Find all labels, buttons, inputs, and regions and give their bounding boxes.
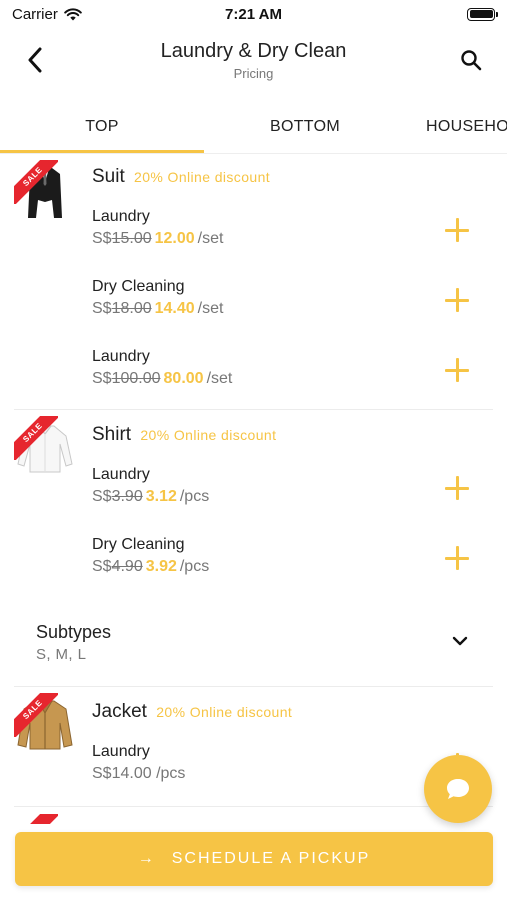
chevron-down-icon: [452, 636, 468, 646]
currency: S$: [92, 488, 112, 505]
item-title: Suit 20% Online discount: [92, 166, 270, 188]
price-unit: /pcs: [156, 765, 186, 782]
service-price: S$100.00 80.00/set: [92, 370, 232, 388]
sale-label: SALE: [14, 416, 58, 460]
service-name: Laundry: [92, 466, 150, 483]
currency: S$: [92, 230, 112, 247]
sale-ribbon: SALE: [14, 693, 58, 737]
service-name: Laundry: [92, 208, 150, 225]
old-price: 3.90: [111, 488, 143, 505]
schedule-pickup-label: SCHEDULE A PICKUP: [171, 850, 371, 867]
item-title: Jacket 20% Online discount: [92, 701, 292, 723]
price-unit: /set: [206, 370, 233, 387]
battery-level: [469, 10, 493, 18]
tab-household[interactable]: HOUSEHO: [426, 100, 507, 153]
price-unit: /pcs: [179, 488, 210, 505]
subtypes-values: S, M, L: [36, 646, 87, 663]
carrier-label: Carrier: [12, 5, 58, 23]
active-tab-indicator: [0, 150, 204, 153]
service-name: Dry Cleaning: [92, 536, 185, 553]
battery-icon: [467, 7, 498, 21]
pricing-list: SALE Suit 20% Online discount Laundry S$…: [0, 154, 507, 824]
page-title: Laundry & Dry Clean: [160, 40, 347, 62]
service-row: Dry Cleaning S$18.00 14.40/set: [0, 278, 507, 338]
service-name: Laundry: [92, 743, 150, 760]
search-button[interactable]: [455, 44, 487, 76]
chat-button[interactable]: [424, 755, 492, 823]
service-row: Laundry S$3.90 3.12/pcs: [0, 466, 507, 526]
item-name: Suit: [92, 166, 125, 187]
chat-bubble-icon: [447, 779, 469, 799]
new-price: 80.00: [163, 370, 204, 387]
service-row: Laundry S$15.00 12.00/set: [0, 208, 507, 268]
price: S$14.00: [92, 765, 152, 782]
service-price: S$4.90 3.92/pcs: [92, 558, 209, 576]
sale-ribbon: SALE: [14, 416, 58, 460]
sale-label: SALE: [14, 160, 58, 204]
service-price: S$3.90 3.12/pcs: [92, 488, 209, 506]
discount-label: 20% Online discount: [156, 704, 293, 720]
new-price: 12.00: [154, 230, 195, 247]
page-subtitle: Pricing: [233, 66, 274, 81]
service-row: Dry Cleaning S$4.90 3.92/pcs: [0, 536, 507, 596]
item-name: Shirt: [92, 424, 132, 445]
sale-label: SALE: [14, 693, 58, 737]
schedule-pickup-button[interactable]: → SCHEDULE A PICKUP: [15, 832, 493, 886]
divider: [14, 806, 493, 807]
price-unit: /pcs: [179, 558, 210, 575]
old-price: 18.00: [111, 300, 152, 317]
nav-bar: Laundry & Dry Clean Pricing: [0, 28, 507, 94]
search-icon: [461, 50, 482, 71]
status-left: Carrier: [12, 6, 82, 23]
subtypes-row[interactable]: Subtypes S, M, L: [0, 612, 507, 682]
subtypes-title: Subtypes: [36, 622, 112, 642]
currency: S$: [92, 300, 112, 317]
status-bar: Carrier 7:21 AM: [0, 0, 507, 28]
arrow-right-icon: →: [137, 850, 156, 867]
service-name: Dry Cleaning: [92, 278, 185, 295]
add-button[interactable]: [443, 356, 471, 384]
item-name: Jacket: [92, 701, 147, 722]
sale-ribbon: SALE: [14, 160, 58, 204]
service-price: S$15.00 12.00/set: [92, 230, 223, 248]
add-button[interactable]: [443, 286, 471, 314]
add-button[interactable]: [443, 474, 471, 502]
next-item-image: [14, 814, 76, 824]
sale-ribbon: [14, 814, 58, 824]
service-name: Laundry: [92, 348, 150, 365]
old-price: 100.00: [111, 370, 161, 387]
category-tabs: TOP BOTTOM HOUSEHO: [0, 100, 507, 154]
item-title: Shirt 20% Online discount: [92, 424, 276, 446]
old-price: 4.90: [111, 558, 143, 575]
currency: S$: [92, 558, 112, 575]
old-price: 15.00: [111, 230, 152, 247]
tab-bottom[interactable]: BOTTOM: [204, 100, 406, 153]
wifi-icon: [64, 7, 82, 20]
new-price: 3.12: [145, 488, 177, 505]
discount-label: 20% Online discount: [140, 427, 277, 443]
new-price: 3.92: [145, 558, 177, 575]
tab-top[interactable]: TOP: [0, 100, 204, 153]
price-unit: /set: [197, 300, 224, 317]
add-button[interactable]: [443, 544, 471, 572]
add-button[interactable]: [443, 216, 471, 244]
price-unit: /set: [197, 230, 224, 247]
service-price: S$14.00 /pcs: [92, 765, 185, 783]
currency: S$: [92, 370, 112, 387]
new-price: 14.40: [154, 300, 195, 317]
service-row: Laundry S$100.00 80.00/set: [0, 348, 507, 408]
discount-label: 20% Online discount: [134, 169, 271, 185]
item-suit: SALE Suit 20% Online discount Laundry S$…: [0, 154, 507, 409]
service-price: S$18.00 14.40/set: [92, 300, 223, 318]
